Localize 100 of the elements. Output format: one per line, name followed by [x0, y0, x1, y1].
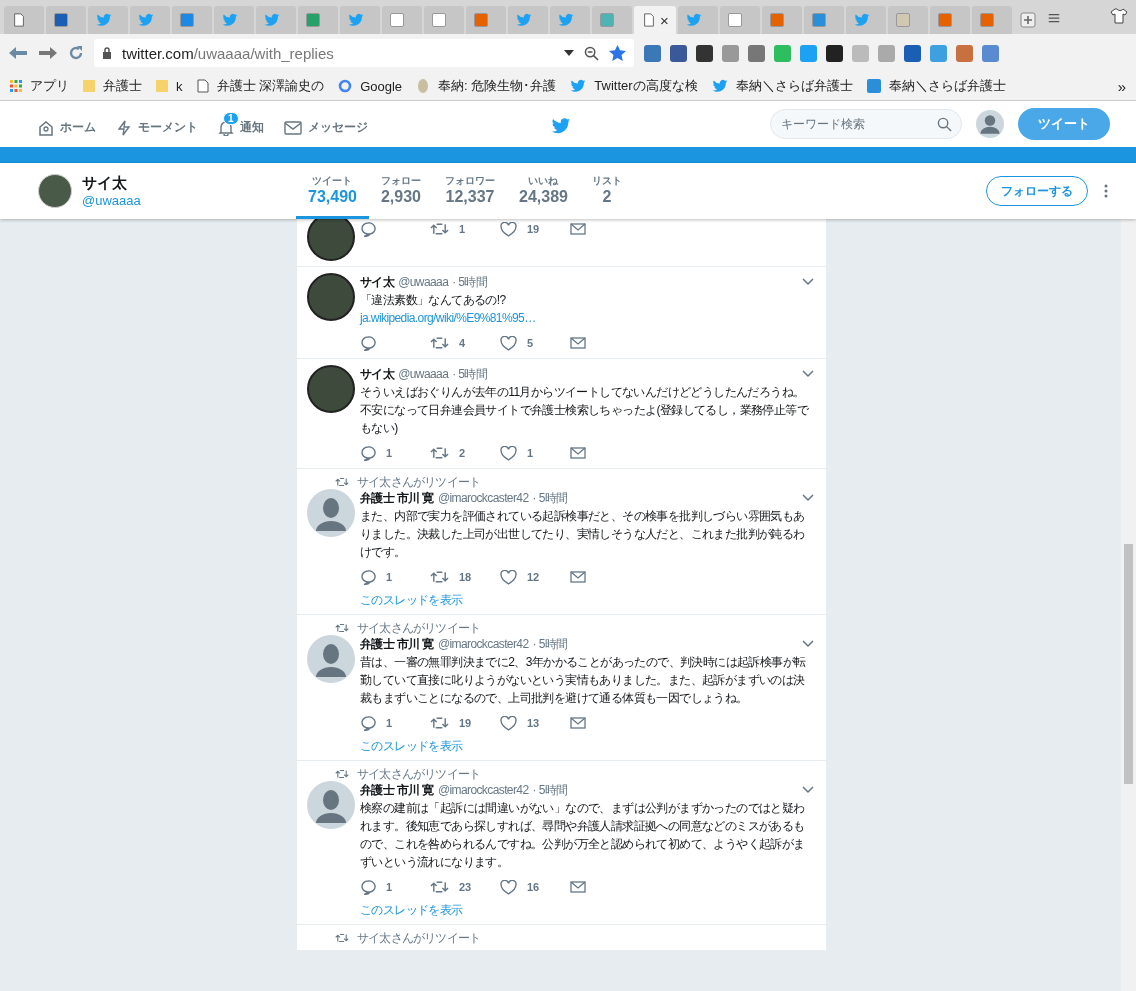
author-name[interactable]: サイ太	[360, 273, 395, 291]
nav-link[interactable]: メッセージ	[284, 110, 368, 138]
author-handle[interactable]: @uwaaaa	[398, 365, 449, 383]
address-field[interactable]: twitter.com/uwaaaa/with_replies	[94, 39, 634, 67]
like-button[interactable]: 13	[500, 714, 570, 732]
author-handle[interactable]: @uwaaaa	[398, 273, 449, 291]
bookmark-link[interactable]: k	[156, 78, 183, 94]
tweet-button[interactable]: ツイート	[1018, 108, 1110, 140]
zoom-icon[interactable]	[584, 45, 599, 61]
caret-icon[interactable]	[802, 786, 814, 794]
extension-icon[interactable]	[670, 44, 687, 62]
shirt-icon[interactable]	[1110, 8, 1128, 24]
author-name[interactable]: 弁護士 市川 寛	[360, 635, 434, 653]
browser-tab[interactable]	[720, 6, 760, 34]
browser-tab[interactable]	[762, 6, 802, 34]
search-field[interactable]: キーワード検索	[770, 109, 962, 139]
nav-link[interactable]: 1 通知	[218, 110, 264, 138]
retweet-button[interactable]: 23	[430, 878, 500, 896]
caret-icon[interactable]	[802, 370, 814, 378]
bookmark-link[interactable]: Twitterの高度な検	[570, 77, 698, 95]
bird-logo-icon[interactable]	[551, 116, 571, 136]
like-button[interactable]: 12	[500, 568, 570, 586]
reload-icon[interactable]	[68, 45, 84, 61]
avatar-icon[interactable]	[307, 781, 355, 829]
back-icon[interactable]	[8, 45, 28, 61]
tweet-link[interactable]: ja.wikipedia.org/wiki/%E9%81%95…	[360, 309, 814, 327]
nav-link[interactable]: ホーム	[38, 110, 96, 138]
dropdown-icon[interactable]	[564, 50, 574, 56]
bookmark-link[interactable]: 奉納＼さらば弁護士	[866, 77, 1006, 95]
like-button[interactable]: 19	[500, 220, 570, 238]
tweet-time[interactable]: · 5時間	[532, 635, 568, 653]
browser-tab[interactable]	[466, 6, 506, 34]
author-name[interactable]: 弁護士 市川 寛	[360, 489, 434, 507]
profile-stat-tab[interactable]: いいね 24,389	[507, 163, 580, 219]
caret-icon[interactable]	[802, 278, 814, 286]
retweet-button[interactable]: 19	[430, 714, 500, 732]
photo-placeholder[interactable]	[307, 219, 355, 261]
browser-tab[interactable]	[930, 6, 970, 34]
tweet-time[interactable]: · 5時間	[452, 365, 488, 383]
retweet-button[interactable]: 2	[430, 444, 500, 462]
author-handle[interactable]: @imarockcaster42	[437, 781, 529, 799]
browser-tab[interactable]	[804, 6, 844, 34]
more-icon[interactable]	[1104, 184, 1108, 198]
retweet-button[interactable]: 4	[430, 334, 500, 352]
retweet-button[interactable]: 18	[430, 568, 500, 586]
author-name[interactable]: 弁護士 市川 寛	[360, 781, 434, 799]
profile-handle[interactable]: @uwaaaa	[82, 193, 141, 208]
tweet-time[interactable]: · 5時間	[452, 273, 488, 291]
bookmark-link[interactable]: 奉納: 危険生物･弁護	[416, 77, 557, 95]
author-handle[interactable]: @imarockcaster42	[437, 635, 529, 653]
bookmark-link[interactable]: 弁護士	[83, 77, 142, 95]
like-button[interactable]: 5	[500, 334, 570, 352]
browser-tab[interactable]	[172, 6, 212, 34]
photo-placeholder[interactable]	[307, 273, 355, 321]
bookmark-link[interactable]: アプリ	[10, 77, 69, 95]
retweet-button[interactable]: 1	[430, 220, 500, 238]
reply-button[interactable]: 1	[360, 714, 430, 732]
profile-stat-tab[interactable]: リスト 2	[579, 163, 634, 219]
browser-tab[interactable]	[46, 6, 86, 34]
show-thread-link[interactable]: このスレッドを表示	[360, 591, 814, 609]
more-bookmarks-button[interactable]: »	[1117, 77, 1126, 95]
scrollbar[interactable]	[1121, 219, 1136, 991]
browser-tab[interactable]: ×	[634, 6, 676, 34]
search-icon[interactable]	[937, 117, 952, 132]
new-tab-button[interactable]	[1020, 12, 1036, 28]
tweet-time[interactable]: · 5時間	[532, 489, 568, 507]
nav-link[interactable]: モーメント	[116, 110, 198, 138]
avatar-icon[interactable]	[307, 635, 355, 683]
browser-tab[interactable]	[298, 6, 338, 34]
reply-button[interactable]: 1	[360, 568, 430, 586]
profile-stat-tab[interactable]: フォロー 2,930	[368, 163, 433, 219]
reply-button[interactable]: 1	[360, 878, 430, 896]
show-thread-link[interactable]: このスレッドを表示	[360, 737, 814, 755]
star-icon[interactable]	[609, 44, 626, 62]
browser-tab[interactable]	[424, 6, 464, 34]
extension-icon[interactable]	[696, 44, 713, 62]
caret-icon[interactable]	[802, 494, 814, 502]
close-tab-button[interactable]: ×	[660, 11, 669, 29]
bookmark-link[interactable]: 弁護士 深澤諭史の	[196, 77, 325, 95]
author-handle[interactable]: @imarockcaster42	[437, 489, 529, 507]
browser-tab[interactable]	[4, 6, 44, 34]
profile-stat-tab[interactable]: フォロワー 12,337	[433, 163, 507, 219]
show-thread-link[interactable]: このスレッドを表示	[360, 901, 814, 919]
like-button[interactable]: 1	[500, 444, 570, 462]
tweet-time[interactable]: · 5時間	[532, 781, 568, 799]
avatar-icon[interactable]	[976, 110, 1004, 138]
browser-tab[interactable]	[382, 6, 422, 34]
bookmark-link[interactable]: Google	[338, 78, 403, 94]
photo-placeholder[interactable]	[307, 365, 355, 413]
follow-button[interactable]: フォローする	[986, 176, 1088, 206]
reply-button[interactable]: 1	[360, 444, 430, 462]
caret-icon[interactable]	[802, 640, 814, 648]
avatar-icon[interactable]	[307, 489, 355, 537]
browser-tab[interactable]	[888, 6, 928, 34]
bookmark-link[interactable]: 奉納＼さらば弁護士	[711, 77, 853, 95]
like-button[interactable]: 16	[500, 878, 570, 896]
author-name[interactable]: サイ太	[360, 365, 395, 383]
browser-tab[interactable]	[972, 6, 1012, 34]
extension-icon[interactable]	[826, 44, 843, 62]
forward-icon[interactable]	[38, 45, 58, 61]
